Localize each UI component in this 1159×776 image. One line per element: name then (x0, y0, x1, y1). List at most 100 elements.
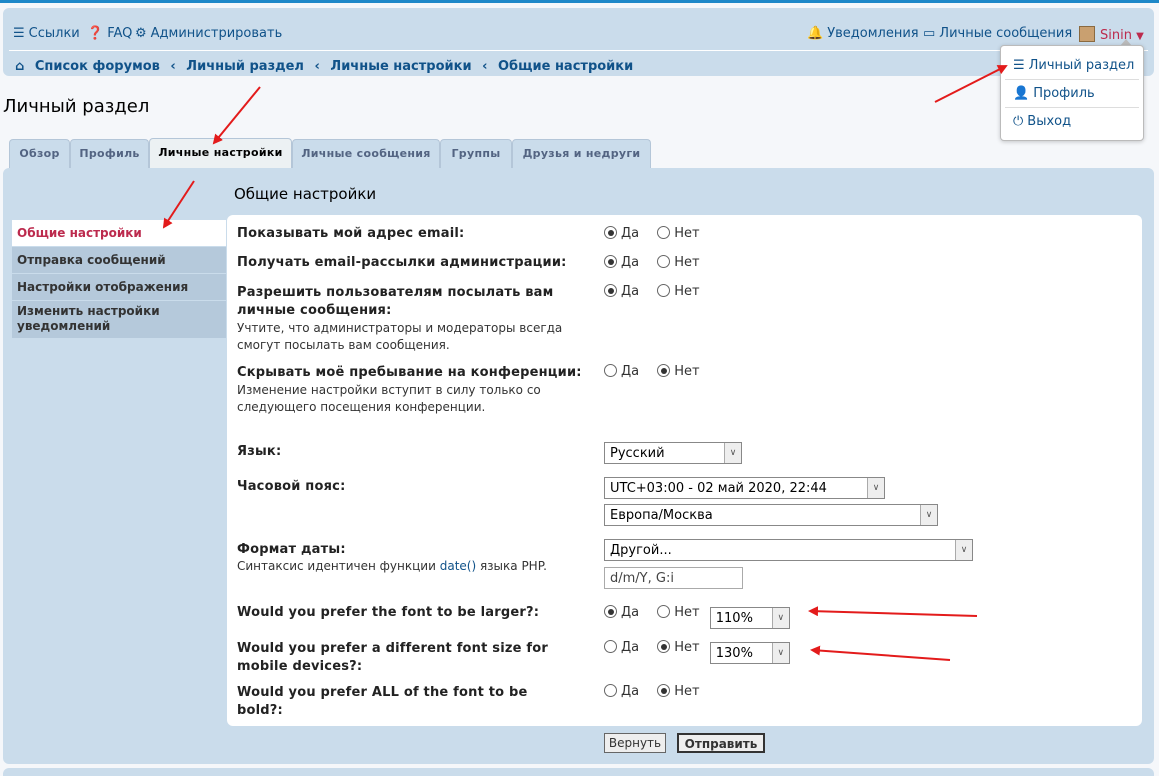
radio-group: Да Нет (604, 255, 714, 270)
header-bar: ☰ Ссылки ❓ FAQ ⚙ Администрировать 🔔 Уведомле… (3, 8, 1154, 76)
radio-yes[interactable]: Да (604, 364, 639, 379)
sliders-icon: ☰ (1013, 58, 1025, 73)
dropdown-divider (1005, 79, 1139, 80)
dateformat-input[interactable]: d/m/Y, G:i (604, 567, 743, 589)
date-docs-link[interactable]: date() (440, 559, 476, 573)
page-title: Личный раздел (3, 96, 150, 117)
radio-unchecked-icon (604, 684, 617, 697)
messages-link[interactable]: ▭ Личные сообщения (923, 26, 1072, 41)
setting-label: Разрешить пользователям посылать вам лич… (237, 284, 577, 354)
breadcrumb-item[interactable]: Список форумов (35, 59, 160, 74)
setting-label: Would you prefer ALL of the font to be b… (237, 685, 528, 718)
footer-bar (3, 768, 1154, 776)
tab-groups[interactable]: Группы (440, 139, 512, 168)
top-accent-line (0, 0, 1159, 3)
dropdown-divider (1005, 107, 1139, 108)
radio-yes[interactable]: Да (604, 226, 639, 241)
avatar (1079, 26, 1095, 42)
breadcrumb: ⌂ Список форумов ‹ Личный раздел ‹ Личны… (15, 59, 639, 74)
tab-pm[interactable]: Личные сообщения (292, 139, 440, 168)
breadcrumb-separator: ‹ (482, 59, 488, 74)
setting-label: Формат даты: Синтаксис идентичен функции… (237, 541, 592, 575)
radio-no[interactable]: Нет (657, 226, 700, 241)
side-menu-display[interactable]: Настройки отображения (12, 274, 226, 300)
side-menu-notifications[interactable]: Изменить настройки уведомлений (12, 301, 226, 338)
radio-yes[interactable]: Да (604, 284, 639, 299)
admin-link[interactable]: ⚙ Администрировать (135, 26, 282, 41)
radio-group: Да Нет (604, 364, 714, 379)
dropdown-ucp-label: Личный раздел (1028, 58, 1135, 73)
dateformat-field: Другой... ∨ d/m/Y, G:i (604, 539, 973, 589)
radio-yes[interactable]: Да (604, 684, 639, 699)
setting-label: Получать email-рассылки администрации: (237, 255, 567, 270)
tab-profile[interactable]: Профиль (70, 139, 149, 168)
nav-divider (9, 50, 1148, 51)
radio-unchecked-icon (657, 284, 671, 297)
radio-yes[interactable]: Да (604, 605, 639, 620)
notifications-link[interactable]: 🔔 Уведомления (807, 26, 919, 41)
breadcrumb-item[interactable]: Общие настройки (498, 59, 633, 74)
chevron-down-icon: ∨ (724, 443, 741, 463)
radio-no[interactable]: Нет (657, 255, 700, 270)
chevron-down-icon: ∨ (867, 478, 884, 498)
setting-explain: Учтите, что администраторы и модераторы … (237, 321, 563, 352)
radio-checked-icon (657, 684, 671, 697)
chevron-down-icon: ∨ (771, 608, 789, 628)
timezone-zone-select[interactable]: Европа/Москва ∨ (604, 504, 938, 526)
language-field: Русский ∨ (604, 442, 742, 464)
breadcrumb-separator: ‹ (170, 59, 176, 74)
chevron-down-icon: ∨ (771, 643, 789, 663)
radio-yes[interactable]: Да (604, 640, 639, 655)
breadcrumb-item[interactable]: Личные настройки (330, 59, 471, 74)
radio-unchecked-icon (657, 255, 671, 268)
radio-no[interactable]: Нет (657, 284, 700, 299)
breadcrumb-separator: ‹ (314, 59, 320, 74)
setting-label: Часовой пояс: (237, 479, 346, 494)
tab-friends[interactable]: Друзья и недруги (512, 139, 651, 168)
language-select[interactable]: Русский ∨ (604, 442, 742, 464)
links-label: Ссылки (28, 26, 80, 41)
power-icon: ⏻ (1013, 114, 1024, 129)
radio-no[interactable]: Нет (657, 684, 700, 699)
chevron-down-icon: ∨ (920, 505, 937, 525)
radio-no[interactable]: Нет (657, 640, 700, 655)
chevron-down-icon: ∨ (955, 540, 972, 560)
section-title: Общие настройки (234, 185, 377, 203)
dropdown-profile[interactable]: 👤 Профиль (1013, 86, 1095, 101)
radio-unchecked-icon (604, 640, 617, 653)
timezone-offset-select[interactable]: UTC+03:00 - 02 май 2020, 22:44 ∨ (604, 477, 885, 499)
faq-label: FAQ (107, 26, 133, 41)
side-menu: Общие настройки Отправка сообщений Настр… (12, 220, 226, 339)
dropdown-logout[interactable]: ⏻ Выход (1013, 114, 1071, 129)
inbox-icon: ▭ (923, 26, 936, 41)
breadcrumb-item[interactable]: Личный раздел (186, 59, 304, 74)
tab-prefs[interactable]: Личные настройки (149, 138, 292, 169)
radio-no[interactable]: Нет (657, 364, 700, 379)
radio-yes[interactable]: Да (604, 255, 639, 270)
user-icon: 👤 (1013, 86, 1030, 101)
radio-checked-icon (604, 284, 617, 297)
links-menu[interactable]: ☰ Ссылки (13, 26, 80, 41)
submit-button[interactable]: Отправить (677, 733, 765, 753)
tab-overview[interactable]: Обзор (9, 139, 70, 168)
bars-icon: ☰ (13, 26, 25, 41)
radio-group: Да Нет (604, 226, 714, 241)
font-size-select[interactable]: 110% ∨ (709, 607, 790, 629)
faq-link[interactable]: ❓ FAQ (87, 26, 132, 41)
side-menu-general[interactable]: Общие настройки (12, 220, 226, 246)
user-menu-toggle[interactable]: Sinin ▼ (1079, 26, 1144, 43)
nav-row: ☰ Ссылки ❓ FAQ ⚙ Администрировать 🔔 Уведомле… (13, 18, 1144, 43)
radio-no[interactable]: Нет (657, 605, 700, 620)
radio-group: Да Нет (604, 684, 714, 699)
mobile-font-size-select[interactable]: 130% ∨ (709, 642, 790, 664)
dateformat-select[interactable]: Другой... ∨ (604, 539, 973, 561)
dropdown-ucp[interactable]: ☰ Личный раздел (1013, 58, 1134, 73)
radio-checked-icon (657, 364, 671, 377)
radio-checked-icon (657, 640, 671, 653)
caret-down-icon: ▼ (1136, 31, 1144, 42)
messages-label: Личные сообщения (939, 26, 1073, 41)
radio-checked-icon (604, 605, 617, 618)
radio-group: Да Нет 130% ∨ (604, 640, 790, 664)
side-menu-posting[interactable]: Отправка сообщений (12, 247, 226, 273)
reset-button[interactable]: Вернуть (604, 733, 666, 753)
